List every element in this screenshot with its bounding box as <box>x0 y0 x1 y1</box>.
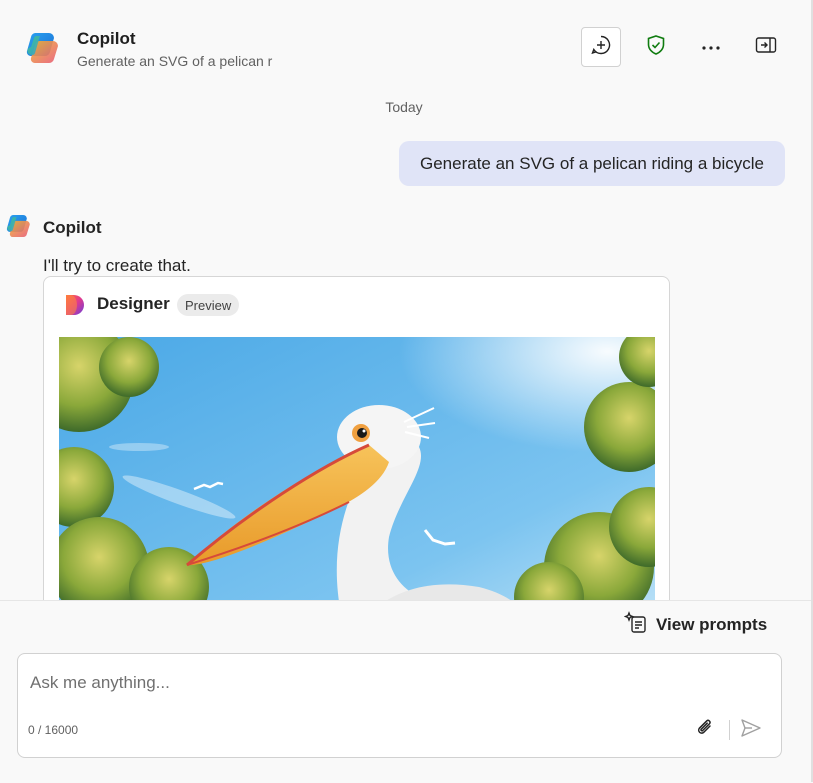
designer-title: Designer <box>97 294 170 313</box>
paperclip-icon <box>695 717 715 744</box>
designer-logo-icon <box>62 292 88 318</box>
shield-check-icon <box>645 34 667 61</box>
app-title: Copilot <box>77 29 136 48</box>
preview-badge: Preview <box>177 294 240 316</box>
prompts-sparkle-icon <box>623 610 648 640</box>
copilot-avatar-icon <box>4 212 32 240</box>
composer: 0 / 16000 <box>17 653 782 758</box>
user-message: Generate an SVG of a pelican riding a bi… <box>399 141 785 186</box>
sidebar-toggle-button[interactable] <box>746 27 786 67</box>
copilot-logo-icon <box>23 29 61 67</box>
attach-button[interactable] <box>692 717 718 743</box>
conversation-title: Generate an SVG of a pelican r <box>77 53 273 69</box>
view-prompts-button[interactable]: View prompts <box>623 610 768 640</box>
composer-divider <box>729 720 730 740</box>
bot-name: Copilot <box>43 218 102 237</box>
more-icon <box>701 38 721 56</box>
view-prompts-label: View prompts <box>656 615 768 634</box>
designer-card: Designer Preview <box>43 276 670 616</box>
new-chat-button[interactable] <box>581 27 621 67</box>
bot-message: I'll try to create that. <box>43 256 191 275</box>
char-count: 0 / 16000 <box>28 723 79 737</box>
chat-input[interactable] <box>28 668 762 698</box>
sidebar-toggle-icon <box>755 36 777 59</box>
new-chat-icon <box>590 34 612 61</box>
header: Copilot Generate an SVG of a pelican r <box>0 0 811 90</box>
send-icon <box>740 718 762 743</box>
more-options-button[interactable] <box>691 27 731 67</box>
generated-pelican-image[interactable] <box>44 322 669 615</box>
date-separator: Today <box>385 99 423 115</box>
send-button[interactable] <box>738 717 764 743</box>
privacy-shield-button[interactable] <box>636 27 676 67</box>
